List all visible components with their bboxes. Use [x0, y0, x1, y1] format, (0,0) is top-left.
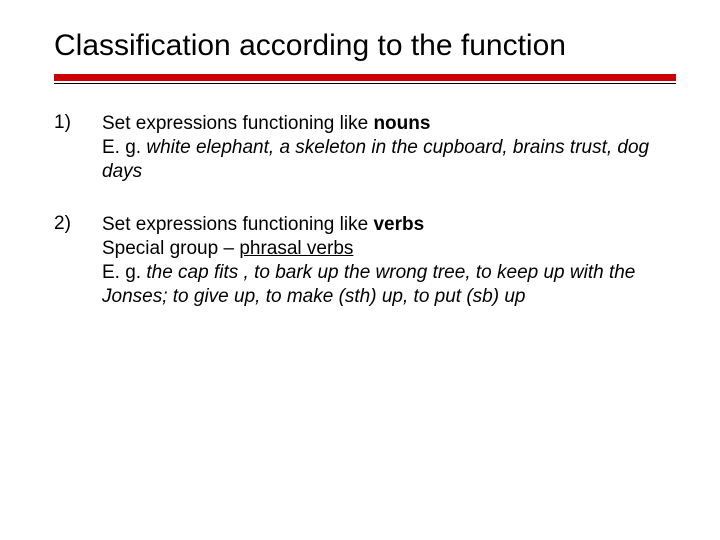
text-bold: nouns — [373, 113, 430, 134]
list-item: 2) Set expressions functioning like verb… — [54, 213, 676, 308]
item-body: Set expressions functioning like nouns E… — [102, 112, 676, 183]
text-bold: verbs — [373, 214, 424, 235]
item-number: 1) — [54, 112, 102, 183]
item-body: Set expressions functioning like verbs S… — [102, 213, 676, 308]
example-prefix: E. g. — [102, 262, 146, 283]
title-underline — [54, 74, 676, 84]
list-item: 1) Set expressions functioning like noun… — [54, 112, 676, 183]
example-text: white elephant, a skeleton in the cupboa… — [102, 137, 649, 182]
example-text: the cap fits , to bark up the wrong tree… — [102, 262, 635, 307]
text: Set expressions functioning like — [102, 113, 373, 134]
text: Set expressions functioning like — [102, 214, 373, 235]
example-prefix: E. g. — [102, 137, 146, 158]
slide: Classification according to the function… — [0, 0, 720, 540]
text: Special group – — [102, 238, 239, 259]
slide-title: Classification according to the function — [54, 28, 676, 64]
item-number: 2) — [54, 213, 102, 308]
text-underline: phrasal verbs — [239, 238, 353, 259]
